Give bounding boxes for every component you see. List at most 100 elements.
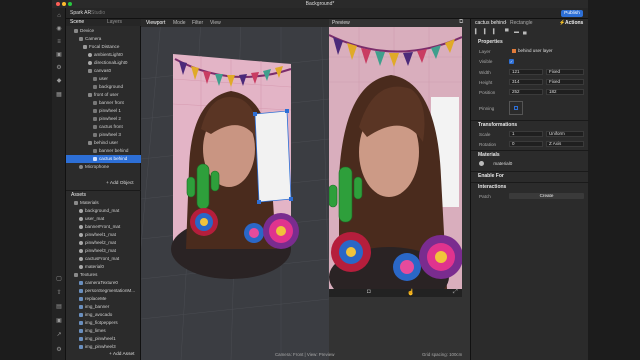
tree-item-banner-behind[interactable]: banner behind — [93, 147, 128, 155]
align-bottom-icon[interactable]: ▄ — [523, 29, 527, 35]
visible-checkbox[interactable]: ✓ — [509, 59, 514, 64]
cube-icon[interactable]: ▣ — [56, 52, 62, 58]
tab-view[interactable]: View — [210, 20, 221, 26]
tree-item-background[interactable]: background — [93, 83, 123, 91]
actions-menu[interactable]: Actions — [565, 20, 583, 26]
align-left-icon[interactable]: ▍ — [475, 29, 479, 35]
preview-screen — [329, 27, 462, 289]
height-mode-select[interactable]: Fixed — [546, 79, 584, 85]
tree-item-behind-user[interactable]: behind user — [88, 139, 118, 147]
asset-item[interactable]: img_avocado — [79, 311, 112, 319]
rectangle-icon — [93, 148, 97, 153]
tree-item-canvas[interactable]: canvas0 — [88, 67, 111, 75]
tree-item-microphone[interactable]: Microphone — [79, 163, 109, 171]
tree-item-pinwheel-2[interactable]: pinwheel 2 — [93, 115, 121, 123]
rotation-input[interactable]: 0 — [509, 141, 543, 147]
visible-label: Visible — [479, 59, 493, 64]
layers-icon[interactable]: ≡ — [56, 39, 62, 45]
asset-item[interactable]: img_limes — [79, 327, 106, 335]
asset-item[interactable]: pinwheel1_mat — [79, 231, 116, 239]
asset-item[interactable]: pinwheel2_mat — [79, 239, 116, 247]
layer-select[interactable]: behind user layer — [509, 48, 584, 54]
tab-mode[interactable]: Mode — [173, 20, 186, 26]
asset-item[interactable]: background_mat — [79, 207, 119, 215]
tab-filter[interactable]: Filter — [192, 20, 203, 26]
preview-render — [329, 27, 462, 289]
tree-item-banner-front[interactable]: banner front — [93, 99, 124, 107]
transformations-header: Transformations — [478, 122, 518, 128]
home-icon[interactable]: ⌂ — [56, 13, 62, 19]
viewport-panel[interactable]: Viewport Mode Filter View — [141, 19, 329, 360]
asset-item[interactable]: personSegmentationM... — [79, 287, 135, 295]
camera-icon[interactable]: ◉ — [56, 26, 62, 32]
create-patch-button[interactable]: Create — [509, 193, 584, 199]
texture-icon — [79, 296, 83, 301]
add-asset-button[interactable]: + Add Asset — [109, 352, 134, 357]
library-icon[interactable]: ▤ — [56, 304, 62, 310]
publish-button[interactable]: Publish — [561, 10, 583, 17]
screenshot-icon[interactable]: ◘ — [367, 289, 371, 295]
align-center-icon[interactable]: ▍ — [484, 29, 488, 35]
tree-item-user[interactable]: user — [93, 75, 108, 83]
asset-folder-materials[interactable]: Materials — [74, 199, 99, 207]
fullscreen-icon[interactable]: ⤢ — [453, 289, 458, 296]
asset-item[interactable]: img_fiotpeppers — [79, 319, 118, 327]
asset-item[interactable]: replaceMe — [79, 295, 106, 303]
rectangle-icon — [93, 76, 97, 81]
tree-item-cactus-front[interactable]: cactus front — [93, 123, 123, 131]
asset-item[interactable]: img_pinwheel1 — [79, 335, 116, 343]
upload-icon[interactable]: ⇧ — [56, 290, 62, 296]
tree-item-directional-light[interactable]: directionalLight0 — [88, 59, 127, 67]
material-icon — [79, 256, 83, 261]
tree-item-focal-distance[interactable]: Focal Distance — [83, 43, 119, 51]
align-right-icon[interactable]: ▍ — [493, 29, 497, 35]
window-title: Background* — [305, 1, 335, 7]
interactions-header: Interactions — [478, 184, 507, 190]
asset-item[interactable]: bannerFront_mat — [79, 223, 120, 231]
asset-item[interactable]: img_pinwheel3 — [79, 343, 116, 351]
add-object-button[interactable]: + Add Object — [106, 181, 134, 186]
position-y-input[interactable]: 182 — [546, 89, 584, 95]
width-mode-select[interactable]: Fixed — [546, 69, 584, 75]
touch-icon[interactable]: ☝ — [407, 289, 414, 296]
settings-icon[interactable]: ⚙ — [56, 347, 62, 353]
left-rail: ⌂ ◉ ≡ ▣ ⚙ ◆ ▦ ▢ ⇧ ▤ ▣ ↗ ⚙ — [52, 8, 66, 360]
tab-layers[interactable]: Layers — [107, 19, 122, 26]
tree-item-camera[interactable]: Camera — [79, 35, 101, 43]
asset-item[interactable]: cactusFront_mat — [79, 255, 119, 263]
device-icon[interactable]: ▢ — [56, 276, 62, 282]
scale-mode-select[interactable]: Uniform — [546, 131, 584, 137]
tab-scene[interactable]: Scene — [70, 19, 84, 26]
tree-item-front-of-user[interactable]: front of user — [88, 91, 119, 99]
asset-item[interactable]: img_banner — [79, 303, 109, 311]
asset-folder-textures[interactable]: Textures — [74, 271, 97, 279]
pinning-widget[interactable] — [509, 101, 523, 115]
test-icon[interactable]: ▣ — [56, 318, 62, 324]
grid-icon[interactable]: ▦ — [56, 92, 62, 98]
patch-icon[interactable]: ⚙ — [56, 65, 62, 71]
asset-item[interactable]: cameraTexture0 — [79, 279, 118, 287]
align-top-icon[interactable]: ▀ — [505, 29, 509, 35]
height-input[interactable]: 314 — [509, 79, 543, 85]
width-input[interactable]: 121 — [509, 69, 543, 75]
tree-item-pinwheel-3[interactable]: pinwheel 3 — [93, 131, 121, 139]
material-slot[interactable]: material0 — [479, 161, 584, 168]
asset-item[interactable]: user_mat — [79, 215, 104, 223]
scale-input[interactable]: 1 — [509, 131, 543, 137]
tree-item-pinwheel-1[interactable]: pinwheel 1 — [93, 107, 121, 115]
popout-icon[interactable]: ⧉ — [459, 19, 463, 26]
align-middle-icon[interactable]: ▬ — [514, 29, 519, 35]
folder-icon — [74, 272, 78, 277]
tab-viewport[interactable]: Viewport — [146, 20, 165, 26]
share-icon[interactable]: ↗ — [56, 332, 62, 338]
microphone-icon — [79, 164, 83, 169]
tree-item-cactus-behind[interactable]: cactus behind — [66, 155, 141, 163]
enable-for-header[interactable]: Enable For — [478, 173, 504, 179]
position-x-input[interactable]: 252 — [509, 89, 543, 95]
tree-item-ambient-light[interactable]: ambientLight0 — [88, 51, 123, 59]
rotation-axis-select[interactable]: Z Axis — [546, 141, 584, 147]
asset-item[interactable]: pinwheel3_mat — [79, 247, 116, 255]
asset-item[interactable]: material0 — [79, 263, 104, 271]
tree-item-device[interactable]: Device — [74, 27, 94, 35]
script-icon[interactable]: ◆ — [56, 78, 62, 84]
